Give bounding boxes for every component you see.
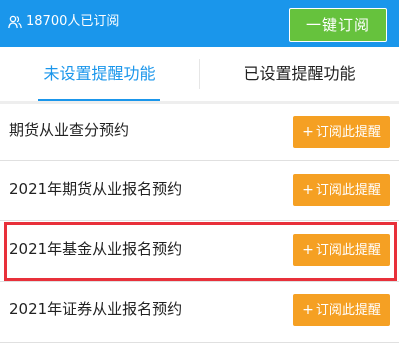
button-label: 订阅此提醒 xyxy=(315,183,381,198)
item-title: 期货从业查分预约 xyxy=(9,121,130,139)
users-icon xyxy=(8,15,22,29)
tab-set[interactable]: 已设置提醒功能 xyxy=(200,47,399,101)
item-title: 2021年证券从业报名预约 xyxy=(9,300,183,318)
list-item: 2021年证券从业报名预约 + 订阅此提醒 xyxy=(0,282,399,342)
subscriber-count-label: 18700人已订阅 xyxy=(26,14,120,29)
list-item: 期货从业查分预约 + 订阅此提醒 xyxy=(0,104,399,164)
list-item: 2021年期货从业报名预约 + 订阅此提醒 xyxy=(0,161,399,221)
plus-icon: + xyxy=(302,302,314,318)
subscriber-count: 18700人已订阅 xyxy=(8,13,119,31)
plus-icon: + xyxy=(302,182,314,198)
tab-bar: 未设置提醒功能 已设置提醒功能 xyxy=(0,47,399,101)
subscribe-reminder-button[interactable]: + 订阅此提醒 xyxy=(293,294,390,326)
item-title: 2021年期货从业报名预约 xyxy=(9,180,183,198)
button-label: 订阅此提醒 xyxy=(315,303,381,318)
top-bar: 18700人已订阅 一键订阅 xyxy=(0,0,399,47)
subscribe-reminder-button[interactable]: + 订阅此提醒 xyxy=(293,116,390,148)
button-label: 订阅此提醒 xyxy=(315,125,381,140)
subscribe-reminder-button[interactable]: + 订阅此提醒 xyxy=(293,174,390,206)
highlight-box xyxy=(4,222,397,281)
plus-icon: + xyxy=(302,124,314,140)
divider xyxy=(0,342,399,343)
subscribe-all-button[interactable]: 一键订阅 xyxy=(289,8,387,42)
tab-not-set[interactable]: 未设置提醒功能 xyxy=(0,47,199,101)
